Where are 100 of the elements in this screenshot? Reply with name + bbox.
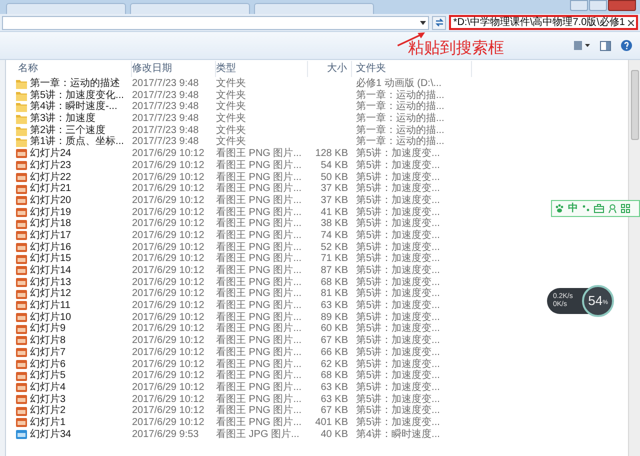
type-cell: 看图王 PNG 图片... bbox=[216, 194, 302, 206]
file-name[interactable]: 第一章：运动的描述 bbox=[30, 78, 120, 90]
image-file-icon bbox=[16, 242, 27, 252]
help-icon[interactable] bbox=[621, 40, 632, 51]
type-cell: 看图王 JPG 图片... bbox=[216, 428, 300, 440]
image-file-icon bbox=[16, 324, 27, 334]
date-cell: 2017/7/23 9:48 bbox=[132, 90, 199, 101]
file-name[interactable]: 幻灯片5 bbox=[30, 370, 66, 382]
size-cell: 62 KB bbox=[320, 358, 348, 370]
date-cell: 2017/6/29 10:12 bbox=[132, 370, 204, 382]
type-cell: 文件夹 bbox=[216, 113, 246, 124]
type-cell: 看图王 PNG 图片... bbox=[216, 265, 302, 276]
refresh-button[interactable] bbox=[432, 16, 446, 30]
folder-cell-text: 第5讲：加速度变... bbox=[355, 172, 440, 182]
minimize-button[interactable] bbox=[570, 0, 588, 11]
folder-cell-text: 第5讲：加速度变... bbox=[355, 335, 440, 346]
maximize-button[interactable] bbox=[589, 0, 607, 11]
file-name[interactable]: 幻灯片6 bbox=[30, 358, 66, 370]
file-name[interactable]: 幻灯片19 bbox=[30, 206, 72, 218]
size-cell: 67 KB bbox=[320, 405, 348, 417]
address-field[interactable] bbox=[2, 16, 430, 30]
file-name[interactable]: 幻灯片10 bbox=[30, 312, 72, 324]
file-name[interactable]: 幻灯片21 bbox=[30, 183, 72, 195]
file-name[interactable]: 幻灯片23 bbox=[30, 160, 72, 172]
toolbox-icon[interactable] bbox=[594, 204, 604, 213]
size-cell: 63 KB bbox=[320, 382, 348, 394]
folder-cell-text: 第5讲：加速度变... bbox=[355, 160, 440, 172]
size-cell: 67 KB bbox=[320, 335, 348, 347]
date-cell: 2017/6/29 10:12 bbox=[132, 253, 204, 264]
type-cell: 看图王 PNG 图片... bbox=[216, 242, 302, 253]
size-cell: 68 KB bbox=[320, 370, 348, 382]
type-cell: 文件夹 bbox=[216, 101, 246, 112]
size-cell: 54 KB bbox=[320, 160, 348, 172]
image-file-icon bbox=[16, 348, 27, 358]
file-name[interactable]: 幻灯片22 bbox=[30, 172, 72, 184]
file-name[interactable]: 幻灯片34 bbox=[30, 428, 72, 440]
punctuation-icon[interactable] bbox=[582, 204, 590, 213]
type-cell: 看图王 PNG 图片... bbox=[216, 405, 302, 416]
paw-icon[interactable] bbox=[555, 204, 564, 213]
image-file-icon bbox=[16, 372, 27, 381]
file-name[interactable]: 幻灯片2 bbox=[30, 405, 66, 417]
image-file-icon bbox=[16, 336, 27, 346]
folder-cell-text: 第5讲：加速度变... bbox=[355, 253, 440, 264]
file-name[interactable]: 幻灯片15 bbox=[30, 253, 72, 266]
close-icon[interactable] bbox=[628, 20, 634, 26]
date-cell: 2017/6/29 9:53 bbox=[132, 428, 199, 440]
file-name[interactable]: 幻灯片24 bbox=[30, 148, 72, 160]
close-button[interactable] bbox=[608, 0, 636, 11]
file-name[interactable]: 第1讲：质点、坐标... bbox=[30, 136, 124, 148]
column-header[interactable]: 修改日期 bbox=[132, 61, 216, 77]
file-name[interactable]: 第2讲：三个速度 bbox=[30, 124, 106, 136]
column-header[interactable]: 名称 bbox=[6, 61, 132, 77]
date-cell: 2017/6/29 10:12 bbox=[132, 288, 204, 300]
image-file-icon bbox=[16, 278, 27, 288]
size-cell: 37 KB bbox=[320, 183, 348, 195]
file-name[interactable]: 幻灯片18 bbox=[30, 218, 72, 230]
browser-tab[interactable] bbox=[6, 3, 126, 14]
column-header[interactable]: 文件夹 bbox=[352, 61, 472, 77]
folder-cell-text: 第5讲：加速度变... bbox=[355, 382, 440, 394]
folder-icon bbox=[16, 78, 27, 89]
preview-pane-icon[interactable] bbox=[600, 40, 611, 50]
file-name[interactable]: 幻灯片8 bbox=[30, 335, 66, 347]
image-file-icon bbox=[16, 161, 27, 170]
file-name[interactable]: 第3讲：加速度 bbox=[30, 113, 96, 125]
browser-tab[interactable] bbox=[130, 3, 250, 14]
date-cell: 2017/6/29 10:12 bbox=[132, 276, 204, 288]
size-cell: 81 KB bbox=[320, 288, 348, 300]
file-name[interactable]: 幻灯片16 bbox=[30, 242, 72, 254]
file-name[interactable]: 幻灯片13 bbox=[30, 276, 72, 288]
date-cell: 2017/6/29 10:12 bbox=[132, 265, 204, 276]
type-cell: 看图王 PNG 图片... bbox=[216, 394, 302, 405]
file-name[interactable]: 幻灯片12 bbox=[30, 288, 72, 300]
date-cell: 2017/6/29 10:12 bbox=[132, 194, 204, 206]
image-file-icon bbox=[16, 383, 27, 392]
refresh-icon bbox=[434, 18, 444, 27]
date-cell: 2017/6/29 10:12 bbox=[132, 230, 204, 241]
grid-icon[interactable] bbox=[621, 204, 630, 213]
file-name[interactable]: 幻灯片14 bbox=[30, 265, 72, 277]
file-name[interactable]: 幻灯片7 bbox=[30, 346, 66, 359]
file-name[interactable]: 幻灯片1 bbox=[30, 416, 66, 429]
dropdown-arrow-icon bbox=[420, 20, 426, 24]
file-name[interactable]: 幻灯片20 bbox=[30, 194, 72, 207]
column-header[interactable]: 大小 bbox=[308, 61, 352, 77]
folder-cell-text: 第5讲：加速度变... bbox=[355, 323, 440, 334]
search-field[interactable]: *D:\中学物理课件\高中物理7.0版\必修1 bbox=[449, 15, 638, 30]
file-name[interactable]: 第5讲：加速度变化... bbox=[30, 90, 124, 102]
scrollbar[interactable] bbox=[628, 60, 640, 456]
file-name[interactable]: 幻灯片3 bbox=[30, 394, 66, 406]
user-icon[interactable] bbox=[608, 204, 617, 213]
file-name[interactable]: 幻灯片4 bbox=[30, 382, 66, 394]
folder-icon bbox=[16, 102, 27, 112]
image-file-icon bbox=[16, 418, 27, 428]
image-file-icon bbox=[16, 172, 27, 182]
file-name[interactable]: 幻灯片11 bbox=[30, 300, 70, 312]
browser-tab[interactable] bbox=[254, 3, 374, 14]
view-options-icon[interactable] bbox=[574, 41, 590, 50]
file-name[interactable]: 幻灯片17 bbox=[30, 230, 72, 242]
file-name[interactable]: 第4讲：瞬时速度-... bbox=[30, 101, 118, 114]
file-name[interactable]: 幻灯片9 bbox=[30, 323, 66, 336]
column-header[interactable]: 类型 bbox=[216, 61, 308, 77]
